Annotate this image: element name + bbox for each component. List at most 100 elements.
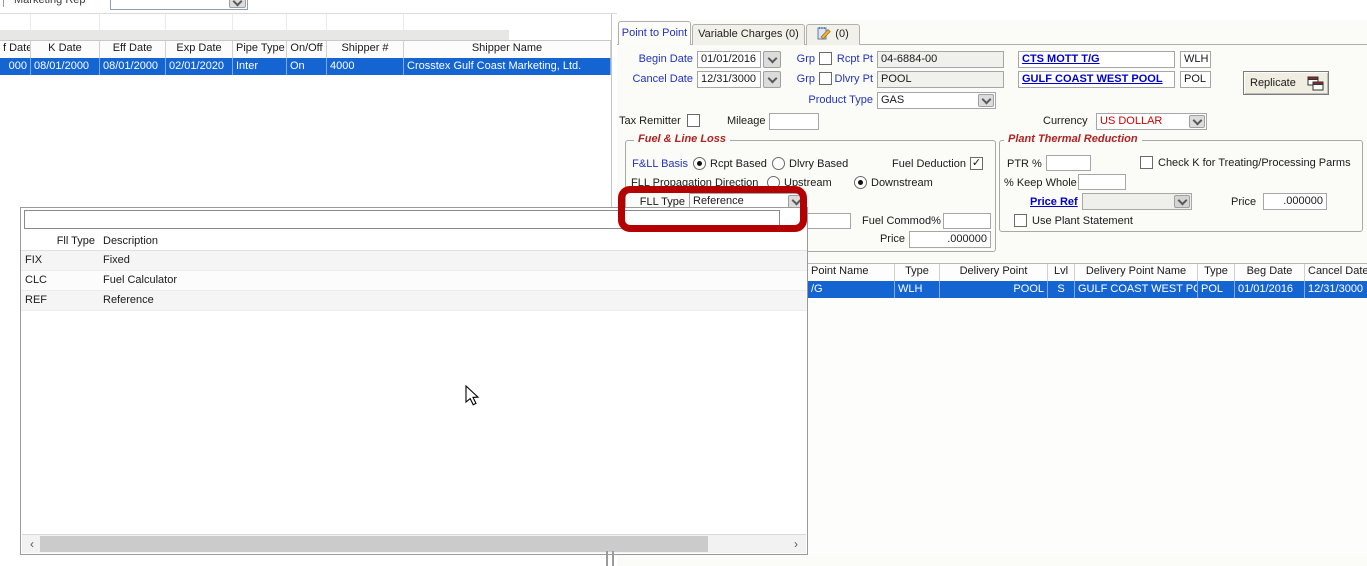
use-plant-statement-label: Use Plant Statement [1032,215,1133,227]
chevron-down-icon[interactable] [978,94,994,107]
fuel-deduction-label: Fuel Deduction [884,158,966,170]
column-header[interactable]: Delivery Point [940,264,1048,282]
tab-variable-charges[interactable]: Variable Charges (0) [692,24,805,45]
popup-horizontal-scrollbar[interactable]: ‹ › [22,534,806,553]
strip-cell [327,14,404,30]
grid-cell[interactable]: Inter [233,58,287,75]
fuel-commod-input[interactable] [943,213,991,229]
dlvry-point-name-link[interactable]: GULF COAST WEST POOL [1022,73,1163,85]
product-type-value: GAS [881,94,904,106]
fll-type-description: Reference [103,294,154,306]
keep-whole-label: % Keep Whole [1004,177,1077,189]
popup-list-item-ref[interactable]: REF Reference [21,291,807,311]
toolbar-border-fragment [3,0,4,7]
fll-type-description: Fixed [103,254,130,266]
chevron-down-icon[interactable] [229,0,246,8]
grid-cell[interactable]: POOL [940,281,1048,298]
scroll-left-arrow-icon[interactable]: ‹ [24,536,40,552]
use-plant-statement-checkbox[interactable] [1014,214,1027,227]
column-header[interactable]: Type [895,264,940,282]
ptr-price-input[interactable]: .000000 [1263,193,1327,210]
begin-date-dropdown-button[interactable] [763,51,781,68]
splitter-handle[interactable] [606,551,608,566]
replicate-button[interactable]: Replicate [1243,71,1329,95]
grid-cell[interactable]: /G [808,281,895,298]
popup-column-header: Fll Type [25,235,95,247]
grid-cell[interactable]: On [287,58,327,75]
ptr-price-label: Price [1231,196,1256,208]
column-header[interactable]: Cancel Date [1305,264,1367,282]
mileage-input[interactable] [769,113,819,130]
fll-price-input[interactable]: .000000 [909,231,991,248]
fll-hidden-input[interactable] [804,213,851,229]
grid-cell[interactable]: 4000 [327,58,404,75]
tab-point-to-point[interactable]: Point to Point [618,21,691,45]
popup-list-item-clc[interactable]: CLC Fuel Calculator [21,271,807,291]
grid-cell[interactable]: GULF COAST WEST POOL [1075,281,1198,298]
column-header[interactable]: Beg Date [1235,264,1305,282]
grid-cell[interactable]: WLH [895,281,940,298]
grid-cell[interactable]: 000 [0,58,31,75]
grp-rcpt-label: Grp [789,53,815,65]
column-header[interactable]: Point Name [808,264,895,282]
column-header[interactable]: Shipper Name [404,41,611,59]
check-k-checkbox[interactable] [1140,156,1153,169]
grid-cell[interactable]: S [1048,281,1075,298]
column-header[interactable]: On/Off [287,41,327,59]
price-ref-link-wrap: Price Ref [1030,196,1078,208]
currency-select[interactable]: US DOLLAR [1096,113,1207,130]
contracts-grid-selected-row[interactable]: 000 08/01/2000 08/01/2000 02/01/2020 Int… [0,58,611,75]
popup-list-item-fix[interactable]: FIX Fixed [21,251,807,271]
scrollbar-thumb[interactable] [40,536,708,552]
strip-cell [31,14,100,30]
chevron-down-icon[interactable] [1189,115,1205,128]
tax-remitter-checkbox[interactable] [687,114,700,127]
column-header[interactable]: Shipper # [327,41,404,59]
downstream-radio[interactable] [854,176,867,189]
popup-list-header: Fll Type Description [21,234,807,251]
column-header[interactable]: Delivery Point Name [1075,264,1198,282]
cancel-date-dropdown-button[interactable] [763,71,781,88]
column-header[interactable]: Pipe Type [233,41,287,59]
rcpt-based-radio[interactable] [693,157,706,170]
column-header[interactable]: Exp Date [166,41,233,59]
price-ref-link[interactable]: Price Ref [1030,196,1078,208]
scroll-right-arrow-icon[interactable]: › [788,536,804,552]
grp-rcpt-checkbox[interactable] [819,52,832,65]
dlvry-pt-field[interactable]: POOL [877,71,1004,88]
begin-date-input[interactable]: 01/01/2016 [697,51,761,68]
fuel-deduction-checkbox[interactable]: ✓ [970,157,983,170]
ptr-input[interactable] [1046,155,1091,171]
marketing-rep-dropdown[interactable] [110,0,248,10]
cancel-date-input[interactable]: 12/31/3000 [697,71,761,88]
keep-whole-input[interactable] [1078,174,1126,190]
grid-cell[interactable]: 02/01/2020 [166,58,233,75]
product-type-select[interactable]: GAS [877,92,996,109]
splitter-handle[interactable] [612,551,614,566]
grp-dlvry-checkbox[interactable] [819,72,832,85]
rcpt-point-name-link[interactable]: CTS MOTT T/G [1022,53,1100,65]
grid-cell[interactable]: 12/31/3000 [1305,281,1367,298]
column-header[interactable]: Eff Date [100,41,166,59]
strip-cell [287,14,327,30]
strip-cell [233,14,287,30]
checkmark-icon: ✓ [972,157,981,169]
grid-cell[interactable]: Crosstex Gulf Coast Marketing, Ltd. [404,58,611,75]
grid-cell[interactable]: POL [1198,281,1235,298]
column-header[interactable]: Lvl [1048,264,1075,282]
strip-cell [0,14,31,30]
begin-date-label: Begin Date [627,53,693,65]
column-header[interactable]: K Date [31,41,100,59]
grid-cell[interactable]: 08/01/2000 [31,58,100,75]
rcpt-pt-field[interactable]: 04-6884-00 [877,51,1004,68]
price-ref-select[interactable] [1082,193,1192,210]
grid-cell[interactable]: 08/01/2000 [100,58,166,75]
points-grid-selected-row[interactable]: /G WLH POOL S GULF COAST WEST POOL POL 0… [808,281,1367,298]
column-header[interactable]: Type [1198,264,1235,282]
chevron-down-icon[interactable] [1174,195,1190,208]
dlvry-based-radio[interactable] [772,157,785,170]
mileage-label: Mileage [727,115,766,127]
column-header[interactable]: f Date [0,41,31,59]
tab-notes[interactable]: (0) [806,24,860,45]
grid-cell[interactable]: 01/01/2016 [1235,281,1305,298]
